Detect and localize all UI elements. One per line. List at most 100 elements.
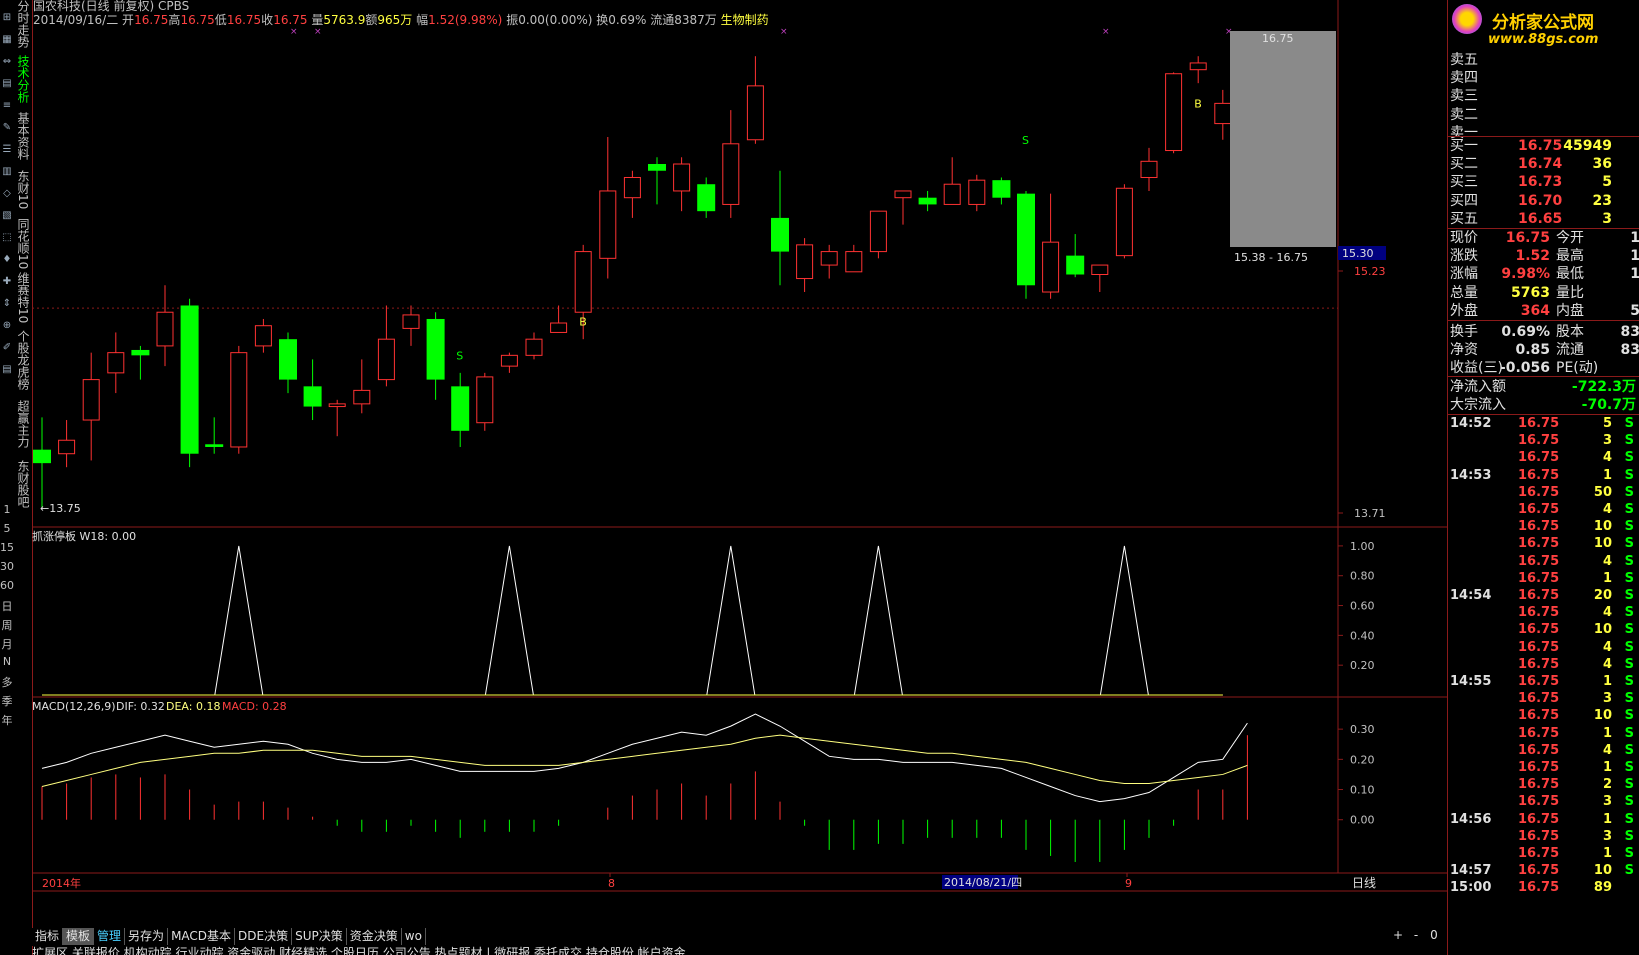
edit-icon[interactable]: ✐	[1, 342, 13, 354]
page-icon[interactable]: ▤	[1, 364, 13, 376]
candle-body	[279, 339, 297, 380]
candle-body	[1189, 62, 1207, 71]
sell-row: 卖三	[1450, 87, 1638, 105]
tick-side: S	[1624, 450, 1634, 466]
quote-label: 总量	[1450, 284, 1478, 301]
signal-label: B	[579, 316, 587, 329]
tick-price: 16.75	[1518, 725, 1560, 741]
candle-body	[525, 338, 543, 356]
period-11[interactable]: 年	[0, 712, 14, 728]
left-tab-6[interactable]: 个股龙虎榜	[14, 330, 32, 390]
quote-value: 83	[1620, 342, 1639, 359]
lines-icon[interactable]: ☰	[1, 144, 13, 156]
tick-side: S	[1624, 674, 1634, 689]
tick-side: S	[1624, 760, 1634, 775]
bottom-tab-4[interactable]: MACD基本	[168, 928, 236, 945]
bottom-tab-3[interactable]: 另存为	[125, 928, 169, 945]
bars-icon[interactable]: ▥	[1, 166, 13, 178]
macd-tick-label: 0.30	[1350, 723, 1375, 736]
period-3[interactable]: 30	[0, 560, 14, 573]
bottom-tab-7[interactable]: 资金决策	[347, 928, 402, 945]
list-icon[interactable]: ▤	[1, 78, 13, 90]
table-icon[interactable]: ▦	[1, 34, 13, 46]
tick-side: S	[1624, 433, 1634, 449]
chart-area[interactable]: SBSB× × × × ×←13.7516.7515.38 - 16.75 15.3015…	[32, 0, 1447, 928]
zoom-out-button[interactable]: -	[1407, 928, 1425, 942]
tick-price: 16.75	[1518, 656, 1560, 672]
left-tab-4[interactable]: 同花顺10	[14, 218, 32, 269]
tick-price: 16.75	[1518, 742, 1560, 758]
candle-body	[894, 190, 912, 199]
period-10[interactable]: 季	[0, 693, 14, 709]
bottom-tab-1[interactable]: 模板	[63, 928, 95, 945]
candle-body	[82, 379, 100, 421]
quote-row: 换手 0.69% 股本 83	[1450, 323, 1639, 341]
updown-icon[interactable]: ⇕	[1, 298, 13, 310]
period-6[interactable]: 周	[0, 617, 14, 633]
candle-body	[820, 251, 838, 266]
diamond-icon[interactable]: ◇	[1, 188, 13, 200]
period-2[interactable]: 15	[0, 541, 14, 554]
buy-row: 买三 16.73 5	[1450, 173, 1638, 191]
candle-body	[156, 311, 174, 347]
bottom-tab-8[interactable]: wo	[402, 928, 426, 945]
tick-price: 16.75	[1518, 708, 1560, 724]
menu-icon[interactable]: ≡	[1, 100, 13, 112]
left-tab-3[interactable]: 东财10	[14, 170, 32, 209]
reset-button[interactable]: 0	[1425, 928, 1443, 942]
box-icon[interactable]: ▧	[1, 210, 13, 222]
tick-row: 16.75 10 S	[1450, 621, 1638, 639]
left-tab-0[interactable]: 分时走势	[14, 0, 32, 48]
left-tab-5[interactable]: 维赛特10	[14, 272, 32, 323]
bottom-tab-2[interactable]: 管理	[94, 928, 126, 945]
period-9[interactable]: 多	[0, 674, 14, 690]
period-5[interactable]: 日	[0, 598, 14, 614]
left-tab-7[interactable]: 超赢主力	[14, 400, 32, 448]
tick-price: 16.75	[1518, 536, 1560, 552]
candle-body	[426, 318, 445, 380]
pencil-icon[interactable]: ✎	[1, 122, 13, 134]
quote-row: 收益(三) -0.056 PE(动)	[1450, 359, 1638, 377]
tick-vol: 4	[1602, 656, 1612, 672]
x-cursor-label: 2014/08/21/四	[944, 876, 1022, 889]
period-8[interactable]: N	[0, 655, 14, 668]
tick-side: S	[1624, 811, 1634, 827]
left-tab-2[interactable]: 基本资料	[14, 112, 32, 160]
tick-time: 14:56	[1450, 811, 1492, 827]
rsi-icon[interactable]: ♦	[1, 254, 13, 266]
tick-price: 16.75	[1518, 605, 1560, 621]
tick-side: S	[1624, 656, 1634, 672]
quote-row: 涨幅 9.98% 最低 1	[1450, 265, 1639, 283]
tick-price: 16.75	[1518, 484, 1560, 500]
tick-row: 14:57 16.75 10 S	[1450, 862, 1638, 880]
sector-label: 生物制药	[720, 13, 769, 27]
bottom-tab-5[interactable]: DDE决策	[235, 928, 293, 945]
amount-value: 965万	[377, 13, 413, 27]
tick-vol: 50	[1593, 484, 1612, 500]
left-tab-8[interactable]: 东财股吧	[14, 460, 32, 508]
flow-value: -722.3万	[1571, 379, 1636, 395]
zoom-in-button[interactable]: +	[1389, 928, 1407, 942]
grid-icon[interactable]: ⊞	[1, 12, 13, 24]
frame-icon[interactable]: ⬚	[1, 232, 13, 244]
w18-tick-label: 0.60	[1350, 600, 1375, 613]
high-price-mark: 16.75	[1262, 32, 1294, 45]
bottom-tab-6[interactable]: SUP决策	[292, 928, 347, 945]
float-value: 8387万	[674, 13, 717, 27]
quote-row: 涨跌 1.52 最高 1	[1450, 247, 1639, 265]
plus-icon[interactable]: ✚	[1, 276, 13, 288]
zoom-icon[interactable]: ⊕	[1, 320, 13, 332]
period-label: 日线	[1352, 876, 1376, 890]
tick-price: 16.75	[1518, 450, 1560, 466]
period-4[interactable]: 60	[0, 579, 14, 592]
period-0[interactable]: 1	[0, 503, 14, 516]
candle-body	[180, 305, 199, 454]
period-1[interactable]: 5	[0, 522, 14, 535]
period-7[interactable]: 月	[0, 636, 14, 652]
high-label: 高	[168, 13, 181, 27]
swap-icon[interactable]: ⇔	[1, 56, 13, 68]
bottom-tab-0[interactable]: 指标	[32, 928, 64, 945]
macd-tick-label: 0.00	[1350, 814, 1375, 827]
left-tab-1[interactable]: 技术分析	[14, 55, 32, 103]
candle-body	[623, 176, 641, 199]
